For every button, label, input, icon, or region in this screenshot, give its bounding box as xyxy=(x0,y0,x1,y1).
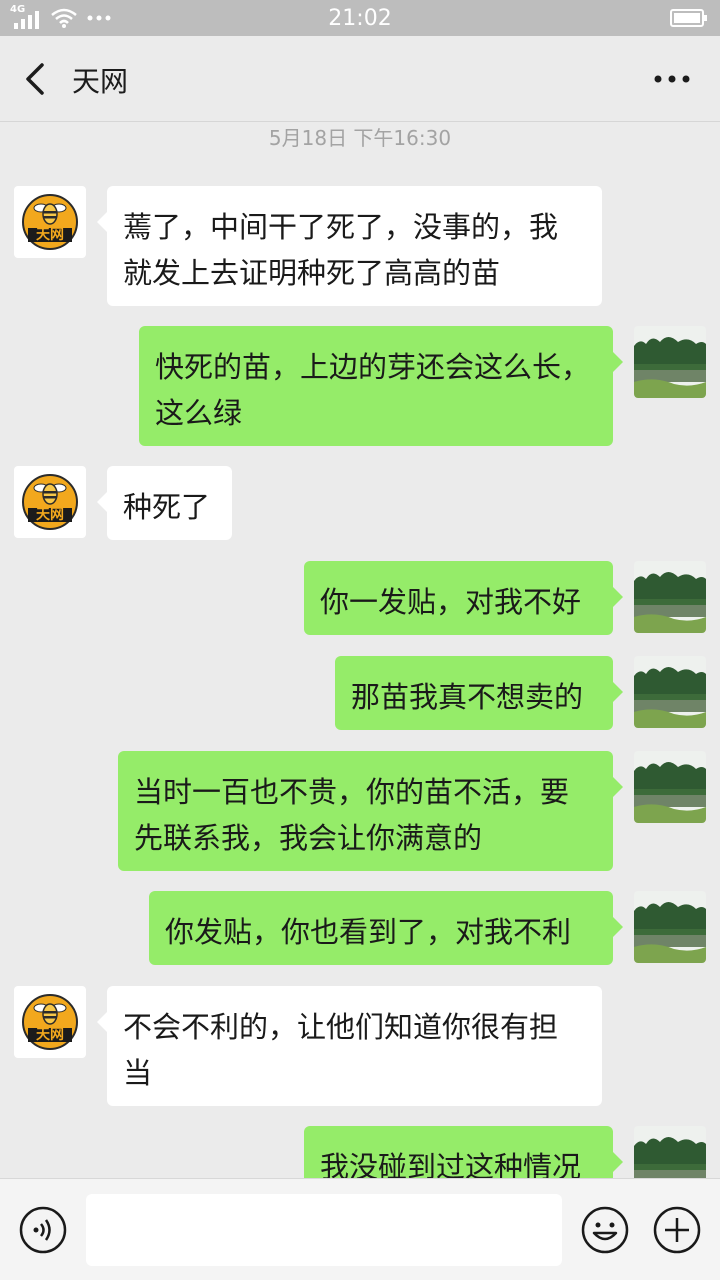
message-text-line: 你发贴，你也看到了，对我不利 xyxy=(165,915,572,949)
outgoing-message: 那苗我真不想卖的 xyxy=(0,656,720,730)
message-text-line: 蔫了，中间干了死了，没事的，我 xyxy=(123,210,559,244)
message-text-line: 种死了 xyxy=(123,490,211,524)
outgoing-message: 我没碰到过这种情况 xyxy=(0,1126,720,1178)
emoji-icon[interactable] xyxy=(580,1205,630,1255)
message-text-line: 我没碰到过这种情况 xyxy=(320,1150,582,1178)
input-bar xyxy=(0,1178,720,1280)
landscape-photo-icon xyxy=(634,656,706,728)
my-avatar[interactable] xyxy=(634,751,706,823)
bee-logo-icon xyxy=(22,194,78,250)
message-list[interactable]: 5月18日 下午16:30 天网 蔫了，中间干了死了，没事的，我 就发上去证明种死了… xyxy=(0,122,720,1178)
landscape-photo-icon xyxy=(634,1126,706,1178)
message-text-line: 你一发贴，对我不好 xyxy=(320,585,582,619)
message-input[interactable] xyxy=(86,1194,562,1266)
outgoing-message: 你发贴，你也看到了，对我不利 xyxy=(0,891,720,965)
avatar-logo-text: 天网 xyxy=(36,1027,64,1043)
my-avatar[interactable] xyxy=(634,1126,706,1178)
message-text-line: 这么绿 xyxy=(155,396,243,430)
message-text-line: 当时一百也不贵，你的苗不活，要 xyxy=(134,775,570,809)
status-bar: 4G 21:02 xyxy=(0,0,720,36)
landscape-photo-icon xyxy=(634,751,706,823)
outgoing-message: 快死的苗，上边的芽还会这么长， 这么绿 xyxy=(0,326,720,446)
message-bubble[interactable]: 当时一百也不贵，你的苗不活，要 先联系我，我会让你满意的 xyxy=(118,751,623,871)
message-bubble[interactable]: 你发贴，你也看到了，对我不利 xyxy=(149,891,623,965)
message-text-line: 就发上去证明种死了高高的苗 xyxy=(123,256,501,290)
plus-icon[interactable] xyxy=(652,1205,702,1255)
message-text-line: 那苗我真不想卖的 xyxy=(351,680,584,714)
battery-icon xyxy=(670,9,707,27)
message-bubble[interactable]: 你一发贴，对我不好 xyxy=(304,561,623,635)
avatar-logo-text: 天网 xyxy=(36,507,64,523)
bee-logo-icon xyxy=(22,474,78,530)
message-bubble[interactable]: 那苗我真不想卖的 xyxy=(335,656,623,730)
my-avatar[interactable] xyxy=(634,561,706,633)
contact-avatar[interactable]: 天网 xyxy=(14,186,86,258)
message-bubble[interactable]: 快死的苗，上边的芽还会这么长， 这么绿 xyxy=(139,326,623,446)
voice-icon[interactable] xyxy=(18,1205,68,1255)
chat-title: 天网 xyxy=(72,65,129,98)
landscape-photo-icon xyxy=(634,891,706,963)
incoming-message: 天网 蔫了，中间干了死了，没事的，我 就发上去证明种死了高高的苗 xyxy=(0,186,720,306)
status-time: 21:02 xyxy=(328,6,392,31)
message-bubble[interactable]: 我没碰到过这种情况 xyxy=(304,1126,623,1178)
incoming-message: 天网 不会不利的，让他们知道你很有担当 xyxy=(0,986,720,1106)
bee-logo-icon xyxy=(22,994,78,1050)
message-bubble[interactable]: 种死了 xyxy=(97,466,232,540)
contact-avatar[interactable]: 天网 xyxy=(14,466,86,538)
my-avatar[interactable] xyxy=(634,891,706,963)
my-avatar[interactable] xyxy=(634,656,706,728)
message-text-line: 当 xyxy=(123,1056,153,1090)
landscape-photo-icon xyxy=(634,561,706,633)
message-bubble[interactable]: 不会不利的，让他们知道你很有担当 xyxy=(97,986,602,1106)
chat-header: 天网 xyxy=(0,36,720,122)
more-dots-icon[interactable] xyxy=(652,62,692,96)
outgoing-message: 当时一百也不贵，你的苗不活，要 先联系我，我会让你满意的 xyxy=(0,751,720,871)
incoming-message: 天网 种死了 xyxy=(0,466,720,540)
outgoing-message: 你一发贴，对我不好 xyxy=(0,561,720,635)
chevron-left-icon[interactable] xyxy=(20,62,50,96)
message-bubble[interactable]: 蔫了，中间干了死了，没事的，我 就发上去证明种死了高高的苗 xyxy=(97,186,602,306)
my-avatar[interactable] xyxy=(634,326,706,398)
message-text-line: 快死的苗，上边的芽还会这么长， xyxy=(155,350,591,384)
message-text-line: 不会不利的，让他们知道你很有担 xyxy=(123,1010,559,1044)
message-text-line: 先联系我，我会让你满意的 xyxy=(134,821,483,855)
chat-timestamp: 5月18日 下午16:30 xyxy=(268,126,452,150)
contact-avatar[interactable]: 天网 xyxy=(14,986,86,1058)
avatar-logo-text: 天网 xyxy=(36,227,64,243)
landscape-photo-icon xyxy=(634,326,706,398)
